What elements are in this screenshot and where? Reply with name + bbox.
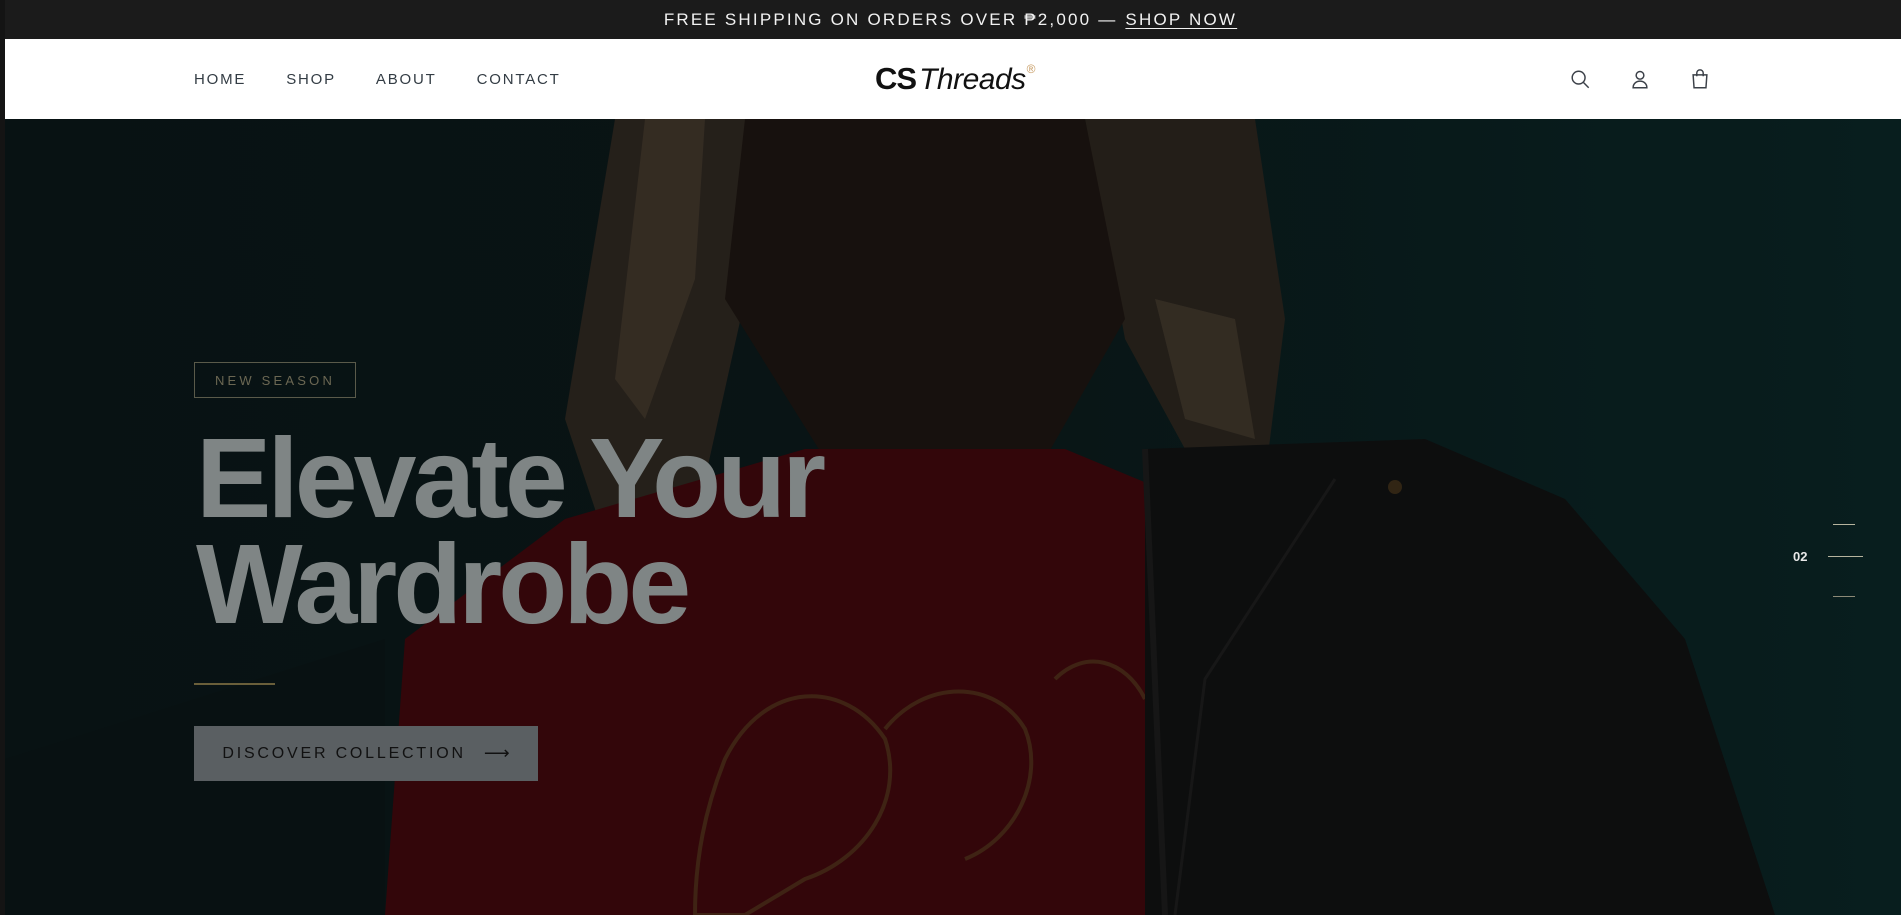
announcement-bar: FREE SHIPPING ON ORDERS OVER ₱2,000 — SH…: [0, 0, 1901, 39]
site-header: HOME SHOP ABOUT CONTACT CS Threads ®: [5, 39, 1901, 119]
cta-label: DISCOVER COLLECTION: [222, 744, 466, 762]
shop-now-link[interactable]: SHOP NOW: [1125, 10, 1237, 30]
header-actions: [1569, 39, 1711, 119]
window-edge: [0, 0, 5, 915]
nav-shop[interactable]: SHOP: [286, 71, 336, 88]
site-logo[interactable]: CS Threads ®: [875, 61, 1035, 97]
account-icon[interactable]: [1629, 68, 1651, 90]
accent-divider: [194, 683, 275, 685]
slide-indicator-next[interactable]: [1833, 596, 1855, 597]
slide-number: 02: [1793, 549, 1808, 564]
hero-headline: Elevate Your Wardrobe: [196, 415, 826, 647]
logo-registered-mark: ®: [1026, 62, 1036, 76]
logo-cs: CS: [875, 61, 917, 96]
page: FREE SHIPPING ON ORDERS OVER ₱2,000 — SH…: [0, 0, 1901, 915]
nav-contact[interactable]: CONTACT: [477, 71, 561, 88]
announcement-text: FREE SHIPPING ON ORDERS OVER ₱2,000 —: [663, 9, 1118, 29]
hero-headline-line1: Elevate Your: [196, 415, 826, 541]
logo-threads: Threads: [919, 63, 1026, 96]
nav-about[interactable]: ABOUT: [376, 71, 437, 88]
slide-indicator-active[interactable]: [1828, 556, 1863, 557]
slide-indicator-prev[interactable]: [1833, 524, 1855, 525]
search-icon[interactable]: [1569, 68, 1591, 90]
hero-headline-line2: Wardrobe: [196, 521, 691, 647]
cart-icon[interactable]: [1689, 68, 1711, 90]
nav-home[interactable]: HOME: [194, 71, 246, 88]
arrow-right-icon: ⟶: [483, 743, 510, 763]
main-nav: HOME SHOP ABOUT CONTACT: [194, 39, 561, 119]
slide-pagination: 02: [1793, 524, 1863, 614]
discover-collection-button[interactable]: DISCOVER COLLECTION ⟶: [194, 726, 538, 781]
hero-section: NEW SEASON Elevate Your Wardrobe DISCOVE…: [5, 119, 1901, 915]
new-season-badge: NEW SEASON: [194, 362, 356, 398]
